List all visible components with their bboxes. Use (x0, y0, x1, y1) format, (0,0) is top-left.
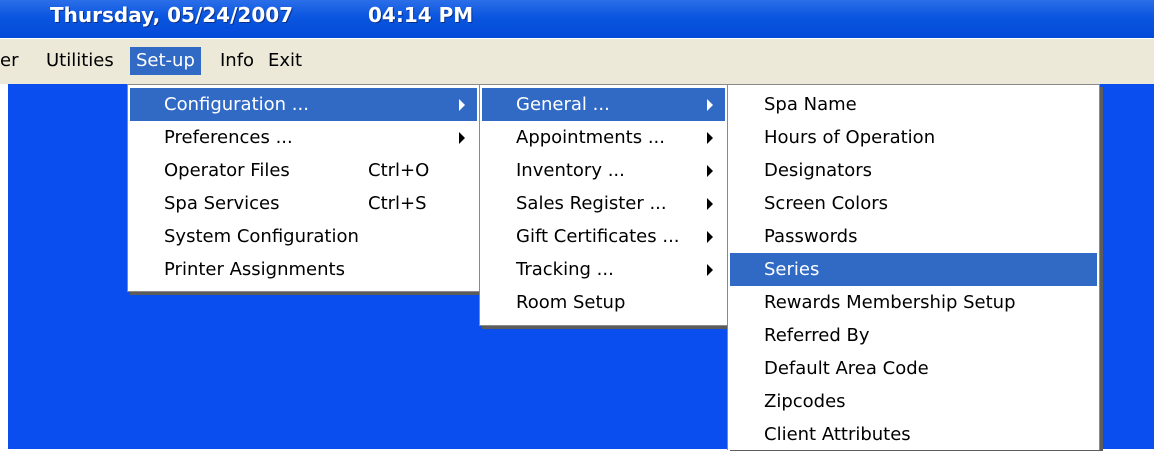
menu-item-label: Default Area Code (764, 358, 929, 379)
menu-item-referred-by[interactable]: Referred By (730, 319, 1097, 352)
menu-item-spa-services[interactable]: Spa Services Ctrl+S (130, 187, 477, 220)
menu-item-general[interactable]: General ... (482, 88, 725, 121)
menu-item-label: Zipcodes (764, 391, 846, 412)
menu-setup[interactable]: Set-up (130, 47, 201, 75)
menu-item-default-area-code[interactable]: Default Area Code (730, 352, 1097, 385)
menu-item-inventory[interactable]: Inventory ... (482, 154, 725, 187)
menu-item-label: Sales Register ... (516, 193, 667, 214)
menu-item-sales-register[interactable]: Sales Register ... (482, 187, 725, 220)
menu-item-label: Referred By (764, 325, 870, 346)
menu-item-label: Designators (764, 160, 873, 181)
menu-item-label: Client Attributes (764, 424, 911, 445)
menu-item-hours-of-operation[interactable]: Hours of Operation (730, 121, 1097, 154)
menu-info[interactable]: Info (214, 47, 260, 75)
menu-item-client-attributes[interactable]: Client Attributes (730, 418, 1097, 451)
menu-item-screen-colors[interactable]: Screen Colors (730, 187, 1097, 220)
menu-item-label: Hours of Operation (764, 127, 936, 148)
menu-item-label: General ... (516, 94, 610, 115)
menu-bar: er Utilities Set-up Info Exit (0, 38, 1154, 85)
current-date: Thursday, 05/24/2007 (50, 3, 294, 27)
submenu-arrow-icon (459, 132, 465, 144)
menu-item-rewards-membership-setup[interactable]: Rewards Membership Setup (730, 286, 1097, 319)
menu-item-zipcodes[interactable]: Zipcodes (730, 385, 1097, 418)
menu-item-label: Room Setup (516, 292, 626, 313)
menu-item-label: Operator Files (164, 160, 290, 181)
menu-item-operator-files[interactable]: Operator Files Ctrl+O (130, 154, 477, 187)
setup-menu: Configuration ... Preferences ... Operat… (127, 84, 480, 292)
menu-item-label: Spa Name (764, 94, 857, 115)
menu-item-gift-certificates[interactable]: Gift Certificates ... (482, 220, 725, 253)
menu-item-room-setup[interactable]: Room Setup (482, 286, 725, 319)
current-time: 04:14 PM (368, 3, 474, 27)
submenu-arrow-icon (707, 198, 713, 210)
menu-item-preferences[interactable]: Preferences ... (130, 121, 477, 154)
menu-item-label: Printer Assignments (164, 259, 345, 280)
menu-item-label: Appointments ... (516, 127, 665, 148)
menu-item-printer-assignments[interactable]: Printer Assignments (130, 253, 477, 286)
menu-item-label: System Configuration (164, 226, 359, 247)
submenu-arrow-icon (459, 99, 465, 111)
general-submenu: Spa Name Hours of Operation Designators … (727, 84, 1100, 450)
menu-item-shortcut: Ctrl+S (368, 193, 427, 214)
submenu-arrow-icon (707, 132, 713, 144)
menu-item-shortcut: Ctrl+O (368, 160, 430, 181)
submenu-arrow-icon (707, 231, 713, 243)
menu-item-label: Gift Certificates ... (516, 226, 680, 247)
menu-item-spa-name[interactable]: Spa Name (730, 88, 1097, 121)
menu-item-passwords[interactable]: Passwords (730, 220, 1097, 253)
submenu-arrow-icon (707, 165, 713, 177)
menu-item-designators[interactable]: Designators (730, 154, 1097, 187)
menu-item-tracking[interactable]: Tracking ... (482, 253, 725, 286)
menu-item-label: Tracking ... (516, 259, 614, 280)
menu-item-label: Rewards Membership Setup (764, 292, 1016, 313)
menu-partial-item[interactable]: er (0, 47, 24, 75)
menu-exit[interactable]: Exit (262, 47, 308, 75)
submenu-arrow-icon (707, 99, 713, 111)
menu-item-appointments[interactable]: Appointments ... (482, 121, 725, 154)
menu-item-label: Series (764, 259, 820, 280)
menu-item-configuration[interactable]: Configuration ... (130, 88, 477, 121)
menu-utilities[interactable]: Utilities (40, 47, 120, 75)
menu-item-label: Inventory ... (516, 160, 625, 181)
menu-item-label: Passwords (764, 226, 858, 247)
configuration-submenu: General ... Appointments ... Inventory .… (479, 84, 728, 326)
menu-item-label: Preferences ... (164, 127, 293, 148)
title-bar: Thursday, 05/24/2007 04:14 PM (0, 0, 1154, 38)
window-edge (0, 84, 8, 449)
menu-item-label: Screen Colors (764, 193, 888, 214)
menu-item-label: Configuration ... (164, 94, 309, 115)
submenu-arrow-icon (707, 264, 713, 276)
menu-item-label: Spa Services (164, 193, 280, 214)
menu-item-series[interactable]: Series (730, 253, 1097, 286)
menu-item-system-configuration[interactable]: System Configuration (130, 220, 477, 253)
